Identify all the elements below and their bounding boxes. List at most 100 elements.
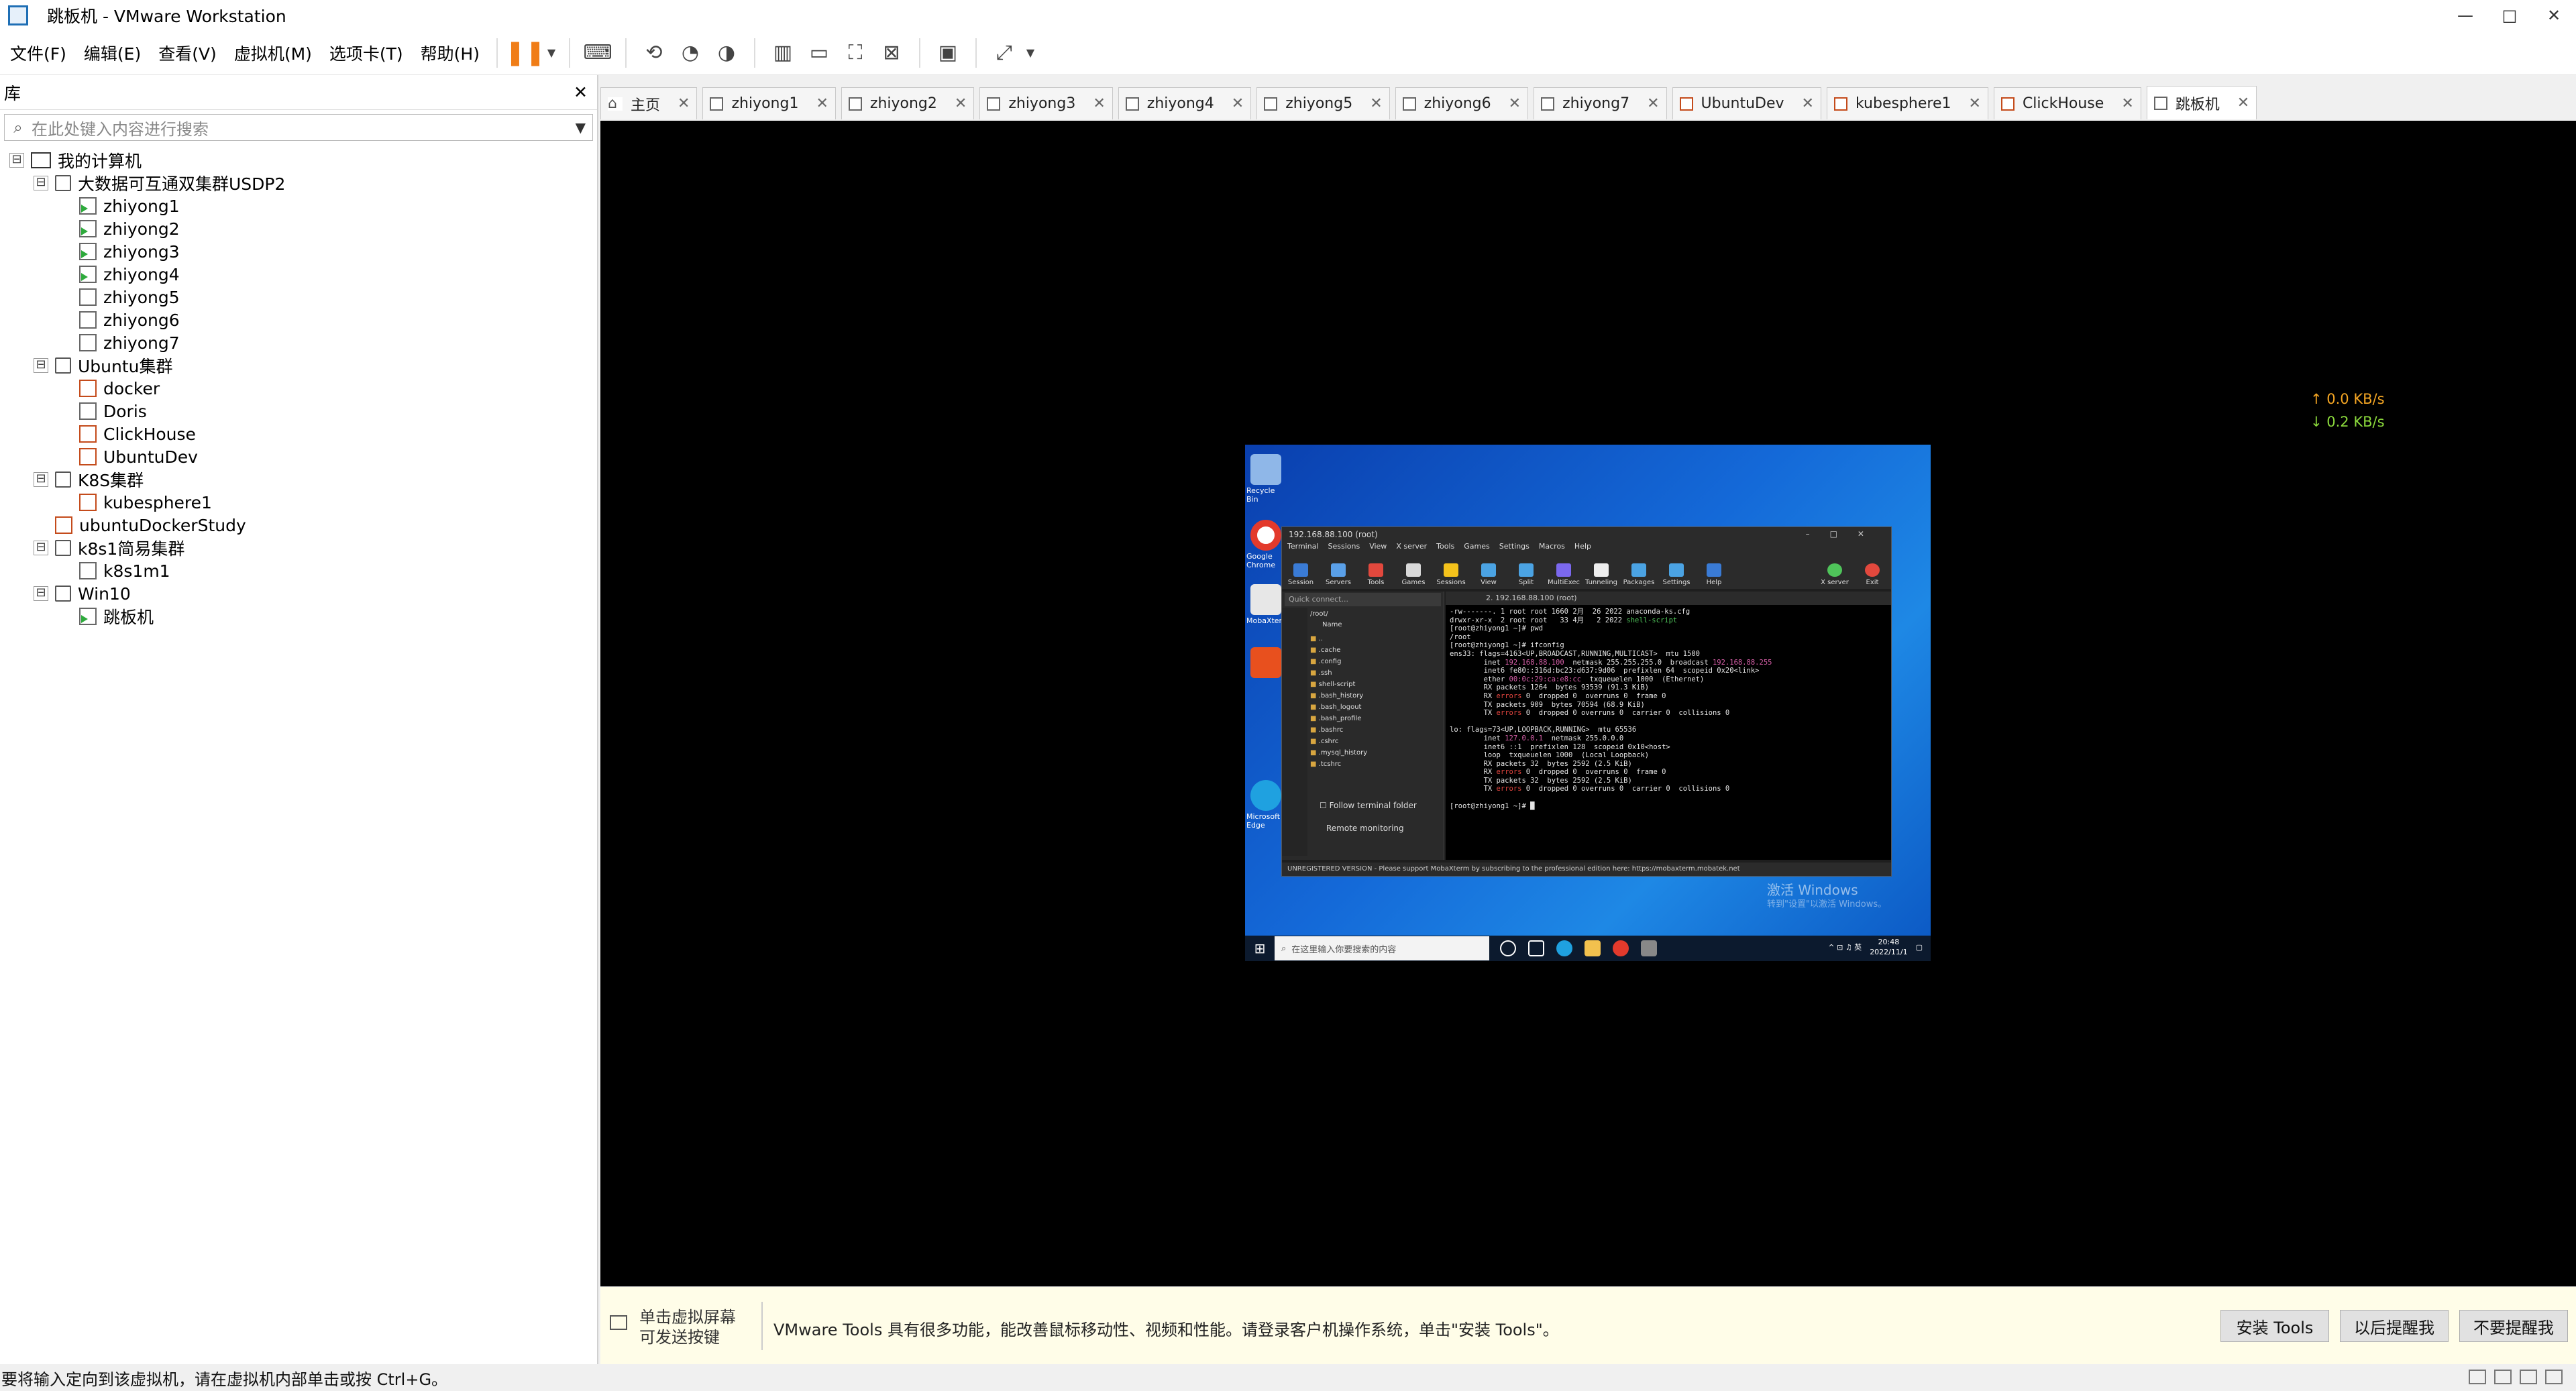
notification-icon[interactable]: ▢ (1916, 943, 1923, 952)
network-icon[interactable] (2494, 1370, 2512, 1384)
tree-item[interactable]: ⊟ K8S集群 (0, 468, 597, 491)
tab[interactable]: ⌂ 主页 ✕ (600, 87, 698, 119)
tab-close-icon[interactable]: ✕ (1969, 95, 1981, 112)
tab-close-icon[interactable]: ✕ (2237, 95, 2249, 111)
chrome-icon[interactable] (1250, 520, 1281, 551)
tree-item[interactable]: ⊟ Win10 (0, 582, 597, 605)
moba-tool-button[interactable]: MultiExec (1545, 563, 1582, 586)
file-item[interactable]: .tcshrc (1310, 759, 1438, 770)
moba-menu-item[interactable]: Macros (1539, 542, 1565, 554)
mobaxterm-icon[interactable] (1250, 584, 1281, 615)
tab-close-icon[interactable]: ✕ (1370, 95, 1382, 112)
collapse-toggle-icon[interactable]: ⊟ (34, 176, 48, 190)
task-view-icon[interactable] (1528, 940, 1544, 956)
file-item[interactable]: .cshrc (1310, 736, 1438, 747)
unity-icon[interactable]: ⊠ (874, 36, 909, 70)
tree-item[interactable]: zhiyong5 (0, 286, 597, 309)
moba-tool-button[interactable]: Packages (1620, 563, 1658, 586)
tree-item[interactable]: k8s1m1 (0, 559, 597, 582)
never-remind-button[interactable]: 不要提醒我 (2459, 1310, 2568, 1342)
tab[interactable]: zhiyong1 ✕ (702, 87, 836, 119)
moba-tool-button[interactable]: View (1470, 563, 1507, 586)
stretch-icon[interactable]: ⤢ (987, 36, 1022, 70)
menu-item[interactable]: 帮助(H) (413, 41, 487, 65)
tab-close-icon[interactable]: ✕ (1093, 95, 1105, 112)
tab-close-icon[interactable]: ✕ (1232, 95, 1244, 112)
dropdown-arrow-icon[interactable]: ▼ (1023, 36, 1038, 70)
tab[interactable]: zhiyong6 ✕ (1395, 87, 1529, 119)
tree-item[interactable]: UbuntuDev (0, 445, 597, 468)
remote-monitoring[interactable]: Remote monitoring (1326, 824, 1404, 833)
remind-later-button[interactable]: 以后提醒我 (2340, 1310, 2449, 1342)
moba-menu-item[interactable]: Games (1464, 542, 1489, 554)
tree-item[interactable]: Doris (0, 400, 597, 423)
tab-close-icon[interactable]: ✕ (816, 95, 828, 112)
taskbar-search[interactable]: ⌕ 在这里输入你要搜索的内容 (1275, 936, 1489, 960)
moba-tool-button[interactable]: Servers (1320, 563, 1357, 586)
thumbnail-bar-icon[interactable]: ▭ (802, 36, 837, 70)
chrome-taskbar-icon[interactable] (1613, 940, 1629, 956)
tab-close-icon[interactable]: ✕ (2121, 95, 2133, 112)
library-close-icon[interactable]: ✕ (574, 82, 588, 102)
recycle-bin-icon[interactable] (1250, 454, 1281, 485)
collapse-toggle-icon[interactable]: ⊟ (34, 358, 48, 373)
tree-item[interactable]: zhiyong3 (0, 240, 597, 263)
tab[interactable]: 跳板机 ✕ (2146, 86, 2257, 119)
library-search[interactable]: ⌕ 在此处键入内容进行搜索 ▼ (4, 114, 593, 141)
maximize-button[interactable]: □ (2487, 0, 2532, 31)
file-item[interactable]: .mysql_history (1310, 747, 1438, 759)
quick-connect-input[interactable]: Quick connect... (1285, 593, 1441, 606)
tree-item[interactable]: ⊟ 我的计算机 (0, 149, 597, 172)
tab[interactable]: ClickHouse ✕ (1993, 87, 2141, 119)
tab[interactable]: zhiyong4 ✕ (1118, 87, 1252, 119)
mobaxterm-window[interactable]: 192.168.88.100 (root) –□✕ Terminal Sessio… (1281, 526, 1892, 877)
cortana-icon[interactable] (1500, 940, 1516, 956)
guest-desktop[interactable]: Recycle Bin Google Chrome MobaXterm Micr… (1245, 445, 1931, 961)
file-item[interactable]: shell-script (1310, 679, 1438, 690)
tree-item[interactable]: ubuntuDockerStudy (0, 514, 597, 537)
file-item[interactable]: .bashrc (1310, 724, 1438, 736)
file-item[interactable]: .ssh (1310, 667, 1438, 679)
moba-tool-button[interactable]: Split (1507, 563, 1545, 586)
tree-item[interactable]: ⊟ 大数据可互通双集群USDP2 (0, 172, 597, 194)
tab-close-icon[interactable]: ✕ (1802, 95, 1814, 112)
explorer-icon[interactable] (1585, 940, 1601, 956)
file-item[interactable]: .. (1310, 633, 1438, 645)
tree-item[interactable]: ⊟ k8s1简易集群 (0, 537, 597, 559)
terminal-tab[interactable]: 2. 192.168.88.100 (root) (1446, 592, 1891, 605)
moba-path[interactable]: /root/ (1310, 610, 1328, 618)
show-library-icon[interactable]: ▥ (765, 36, 800, 70)
tree-item[interactable]: 跳板机 (0, 605, 597, 628)
file-item[interactable]: .bash_history (1310, 690, 1438, 702)
snapshot-manager-icon[interactable]: ◑ (709, 36, 744, 70)
tab-close-icon[interactable]: ✕ (1647, 95, 1659, 112)
file-item[interactable]: .cache (1310, 645, 1438, 656)
tree-item[interactable]: zhiyong7 (0, 331, 597, 354)
menu-item[interactable]: 查看(V) (151, 41, 224, 65)
tree-item[interactable]: zhiyong4 (0, 263, 597, 286)
tab-close-icon[interactable]: ✕ (1509, 95, 1521, 112)
moba-tool-button[interactable]: Tunneling (1582, 563, 1620, 586)
moba-tool-button[interactable]: Session (1282, 563, 1320, 586)
moba-menu-item[interactable]: Sessions (1328, 542, 1360, 554)
tab-close-icon[interactable]: ✕ (955, 95, 967, 112)
moba-tool-button[interactable]: Help (1695, 563, 1733, 586)
tab[interactable]: kubesphere1 ✕ (1826, 87, 1988, 119)
moba-tool-button[interactable]: Tools (1357, 563, 1395, 586)
moba-menu-item[interactable]: View (1369, 542, 1387, 554)
collapse-toggle-icon[interactable]: ⊟ (9, 153, 24, 168)
menu-item[interactable]: 编辑(E) (76, 41, 148, 65)
file-item[interactable]: .bash_logout (1310, 702, 1438, 713)
moba-menu-item[interactable]: Help (1574, 542, 1591, 554)
mobaxterm-taskbar-icon[interactable] (1641, 940, 1657, 956)
moba-menu-item[interactable]: Settings (1499, 542, 1529, 554)
tab[interactable]: zhiyong2 ✕ (841, 87, 975, 119)
tree-item[interactable]: zhiyong6 (0, 309, 597, 331)
moba-menu-item[interactable]: Tools (1436, 542, 1454, 554)
moba-tool-button[interactable]: Exit (1854, 563, 1891, 586)
moba-tool-button[interactable]: X server (1816, 563, 1854, 586)
tab[interactable]: zhiyong3 ✕ (979, 87, 1113, 119)
tree-item[interactable]: zhiyong1 (0, 194, 597, 217)
menu-item[interactable]: 文件(F) (3, 41, 74, 65)
edge-taskbar-icon[interactable] (1556, 940, 1572, 956)
